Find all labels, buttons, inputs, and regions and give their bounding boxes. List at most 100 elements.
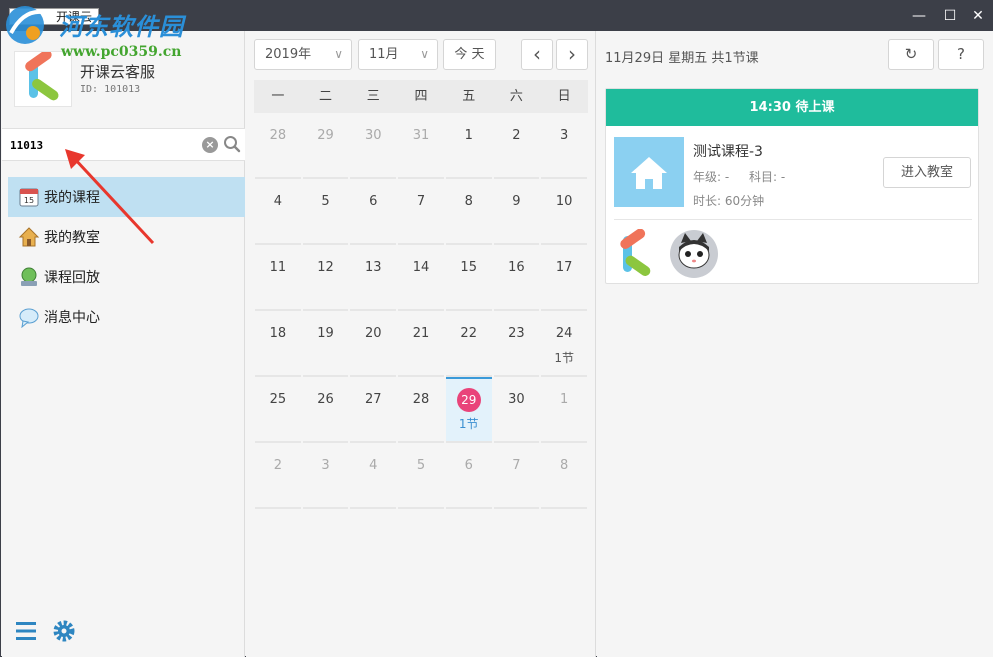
calendar-day[interactable]: 19 [302,311,349,377]
day-number: 17 [555,260,573,275]
weekday-label: 四 [414,89,428,104]
calendar-day[interactable]: 5 [302,179,349,245]
calendar-day[interactable]: 4 [255,179,301,245]
course-status: 14:30 待上课 [606,89,978,126]
day-number: 7 [416,194,426,209]
calendar-day[interactable]: 11 [255,245,301,311]
day-number: 13 [365,260,382,275]
calendar-day-today[interactable]: 29 1节 [445,377,492,443]
calendar-day[interactable]: 25 [255,377,301,443]
help-icon: ? [957,45,965,63]
day-number: 8 [560,458,569,473]
calendar-day[interactable]: 29 [302,113,349,179]
day-number: 2 [512,128,521,143]
day-number: 29 [317,128,334,143]
calendar-day[interactable]: 28 [255,113,301,179]
calendar-day[interactable]: 5 [398,443,444,509]
calendar-day[interactable]: 7 [493,443,540,509]
calendar-day[interactable]: 26 [302,377,349,443]
gear-icon[interactable] [52,619,76,643]
day-number: 9 [512,194,521,209]
today-button[interactable]: 今 天 [443,39,496,70]
calendar-day[interactable]: 2 [493,113,540,179]
calendar-day[interactable]: 30 [350,113,397,179]
prev-month-button[interactable]: ‹ [521,39,553,70]
month-select[interactable]: 11月 ∨ [358,39,438,70]
day-number: 26 [317,392,334,407]
watermark-site-url: www.pc0359.cn [61,44,182,60]
schedule-header: 11月29日 星期五 共1节课 [605,51,759,66]
calendar-day[interactable]: 1 [445,113,492,179]
refresh-button[interactable]: ↻ [888,39,934,70]
calendar-day[interactable]: 13 [350,245,397,311]
course-grade: 年级: - [693,170,730,184]
weekday-label: 三 [366,89,380,104]
calendar-day[interactable]: 4 [350,443,397,509]
close-button[interactable]: ✕ [967,6,989,26]
day-number: 3 [560,128,569,143]
course-subject: 科目: - [749,170,786,184]
minimize-button[interactable]: — [908,6,930,26]
clear-icon[interactable]: × [202,137,218,153]
sidebar-item-replay[interactable]: 课程回放 [8,257,245,297]
enter-classroom-button[interactable]: 进入教室 [883,157,971,188]
member-avatar-logo[interactable] [614,229,664,279]
calendar-day[interactable]: 8 [445,179,492,245]
calendar-day[interactable]: 8 [541,443,587,509]
help-button[interactable]: ? [938,39,984,70]
calendar-day[interactable]: 24 1节 [541,311,587,377]
house-icon [18,227,40,247]
day-number: 25 [269,392,287,407]
calendar-day[interactable]: 7 [398,179,444,245]
member-avatar-cat[interactable] [669,229,719,279]
watermark-site-name: 河东软件园 [59,12,184,41]
day-number: 27 [365,392,382,407]
calendar-day[interactable]: 3 [302,443,349,509]
calendar-day[interactable]: 21 [398,311,444,377]
calendar-day[interactable]: 14 [398,245,444,311]
year-select[interactable]: 2019年 ∨ [254,39,352,70]
weekday-label: 五 [462,89,476,104]
calendar-day[interactable]: 30 [493,377,540,443]
calendar-day[interactable]: 1 [541,377,587,443]
calendar-day[interactable]: 17 [541,245,587,311]
day-number: 30 [365,128,382,143]
calendar-day[interactable]: 18 [255,311,301,377]
calendar-day[interactable]: 15 [445,245,492,311]
day-number: 18 [269,326,287,341]
day-number: 28 [412,392,430,407]
calendar-day[interactable]: 12 [302,245,349,311]
watermark-logo-icon [6,6,48,44]
day-number: 5 [416,458,426,473]
calendar-day[interactable]: 2 [255,443,301,509]
day-number: 22 [460,326,477,341]
calendar-day[interactable]: 20 [350,311,397,377]
sidebar-item-label: 消息中心 [44,310,100,326]
day-number: 6 [464,458,473,473]
day-number: 21 [412,326,430,341]
calendar-day[interactable]: 28 [398,377,444,443]
calendar-day[interactable]: 6 [350,179,397,245]
calendar-day[interactable]: 23 [493,311,540,377]
maximize-button[interactable]: ☐ [939,6,961,26]
calendar-day[interactable]: 9 [493,179,540,245]
next-month-button[interactable]: › [556,39,588,70]
course-title: 测试课程-3 [693,144,763,160]
divider [614,219,972,220]
sidebar-item-messages[interactable]: 消息中心 [8,297,245,337]
calendar-day[interactable]: 22 [445,311,492,377]
calendar-day[interactable]: 16 [493,245,540,311]
day-number: 23 [508,326,525,341]
profile-name: 开课云客服 [80,63,156,81]
menu-icon[interactable] [14,619,38,643]
calendar-toolbar: 2019年 ∨ 11月 ∨ 今 天 ‹ › [246,31,596,79]
calendar-day[interactable]: 10 [541,179,587,245]
calendar-day[interactable]: 31 [398,113,444,179]
weekday-header: 一二三四五六日 [254,80,588,113]
day-number: 2 [273,458,282,473]
calendar-day[interactable]: 3 [541,113,587,179]
search-icon[interactable] [223,135,241,153]
year-value: 2019年 [265,47,312,62]
calendar-day[interactable]: 27 [350,377,397,443]
calendar-day[interactable]: 6 [445,443,492,509]
